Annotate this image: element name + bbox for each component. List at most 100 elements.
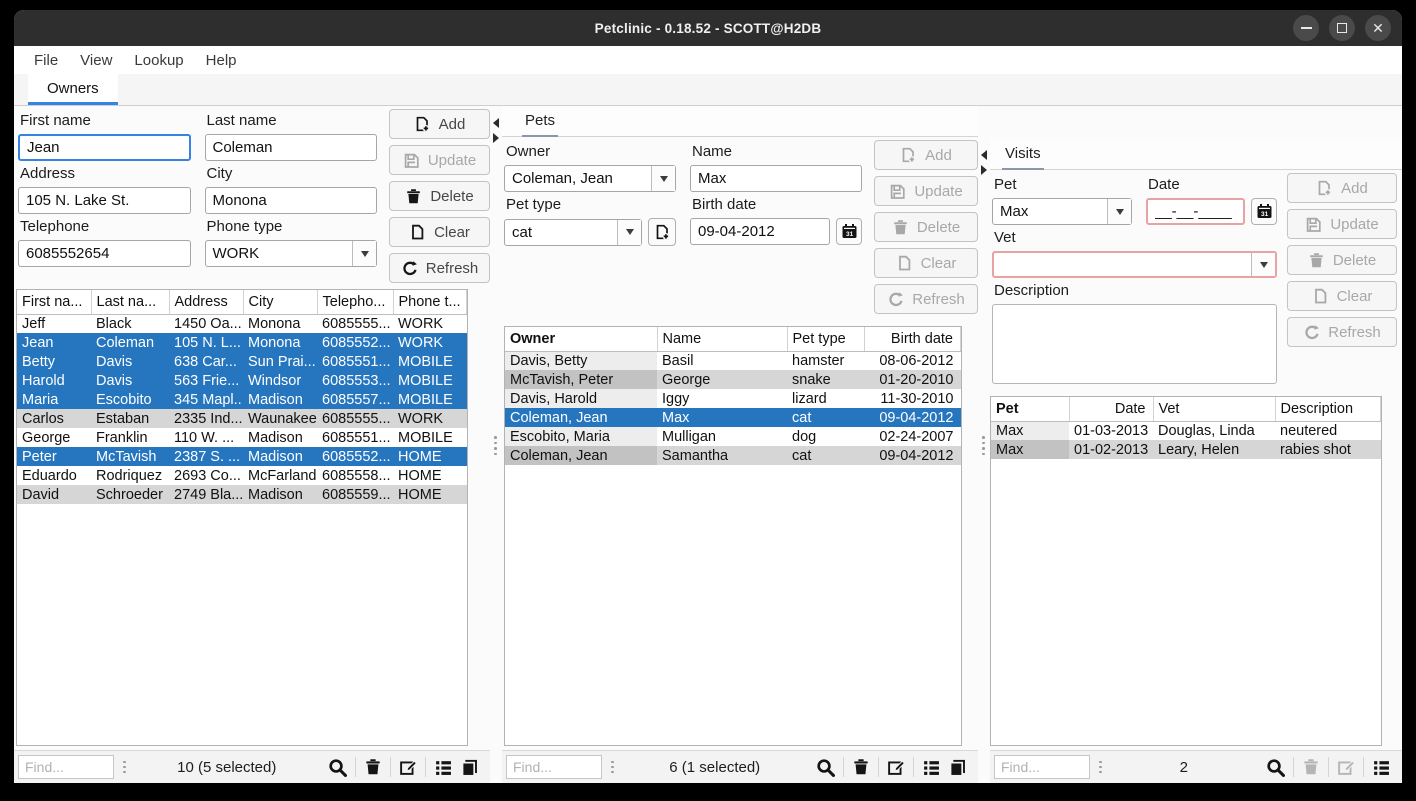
cell[interactable]: McTavish xyxy=(91,447,169,466)
birth-date-input[interactable] xyxy=(690,218,830,245)
cell[interactable]: Madison xyxy=(243,485,317,504)
grip-dots[interactable] xyxy=(123,761,126,774)
cell[interactable]: Betty xyxy=(17,352,91,371)
cell[interactable]: WORK xyxy=(393,409,467,428)
collapse-left-icon[interactable] xyxy=(493,118,499,128)
table-row[interactable]: CarlosEstaban2335 Ind...Waunakee6085555.… xyxy=(17,409,467,428)
cell[interactable]: Carlos xyxy=(17,409,91,428)
pets-clear-button[interactable]: Clear xyxy=(874,248,978,278)
grip-dots[interactable] xyxy=(1099,761,1102,774)
cell[interactable]: HOME xyxy=(393,466,467,485)
search-icon[interactable] xyxy=(816,758,835,777)
cell[interactable]: cat xyxy=(787,408,864,427)
table-row[interactable]: DavidSchroeder2749 Bla...Madison6085559.… xyxy=(17,485,467,504)
edit-icon[interactable] xyxy=(1337,758,1355,776)
visit-pet-select[interactable]: Max xyxy=(992,198,1132,225)
column-header-telephone[interactable]: Telepho... xyxy=(317,290,393,314)
cell[interactable]: HOME xyxy=(393,485,467,504)
cell[interactable]: Escobito, Maria xyxy=(505,427,657,446)
cell[interactable]: Eduardo xyxy=(17,466,91,485)
trash-icon[interactable] xyxy=(1302,758,1320,776)
cell[interactable]: Maria xyxy=(17,390,91,409)
cell[interactable]: Leary, Helen xyxy=(1153,440,1275,459)
cell[interactable]: 6085551... xyxy=(317,352,393,371)
visits-update-button[interactable]: Update xyxy=(1287,209,1397,239)
edit-icon[interactable] xyxy=(399,758,417,776)
table-row[interactable]: Max01-02-2013Leary, Helenrabies shot xyxy=(991,440,1381,459)
column-header-date[interactable]: Date xyxy=(1069,397,1153,421)
cell[interactable]: 563 Frie... xyxy=(169,371,243,390)
cell[interactable]: snake xyxy=(787,370,864,389)
list-icon[interactable] xyxy=(922,758,940,776)
column-header-phone-type[interactable]: Phone t... xyxy=(393,290,467,314)
cell[interactable]: 09-04-2012 xyxy=(864,446,961,465)
cell[interactable]: lizard xyxy=(787,389,864,408)
visits-add-button[interactable]: Add xyxy=(1287,173,1397,203)
grip-dots[interactable] xyxy=(982,436,985,455)
cell[interactable]: Windsor xyxy=(243,371,317,390)
search-icon[interactable] xyxy=(1266,758,1285,777)
cell[interactable]: 2335 Ind... xyxy=(169,409,243,428)
maximize-button[interactable] xyxy=(1329,15,1355,41)
cell[interactable]: Coleman, Jean xyxy=(505,408,657,427)
pets-add-button[interactable]: Add xyxy=(874,140,978,170)
cell[interactable]: 08-06-2012 xyxy=(864,351,961,370)
cell[interactable]: Peter xyxy=(17,447,91,466)
cell[interactable]: Waunakee xyxy=(243,409,317,428)
cell[interactable]: 638 Car... xyxy=(169,352,243,371)
cell[interactable]: McFarland xyxy=(243,466,317,485)
pets-refresh-button[interactable]: Refresh xyxy=(874,284,978,314)
tab-pets[interactable]: Pets xyxy=(522,112,558,137)
cell[interactable]: Black xyxy=(91,314,169,333)
column-header-pet[interactable]: Pet xyxy=(991,397,1069,421)
split-divider[interactable] xyxy=(978,106,990,783)
cell[interactable]: 2387 S. ... xyxy=(169,447,243,466)
table-row[interactable]: Escobito, MariaMulligandog02-24-2007 xyxy=(505,427,961,446)
cell[interactable]: 11-30-2010 xyxy=(864,389,961,408)
add-pet-type-button[interactable] xyxy=(648,218,676,246)
cell[interactable]: Samantha xyxy=(657,446,787,465)
trash-icon[interactable] xyxy=(852,758,870,776)
visits-refresh-button[interactable]: Refresh xyxy=(1287,317,1397,347)
cell[interactable]: 6085558... xyxy=(317,466,393,485)
cell[interactable]: 6085557... xyxy=(317,390,393,409)
grip-dots[interactable] xyxy=(494,436,497,455)
cell[interactable]: 02-24-2007 xyxy=(864,427,961,446)
table-row[interactable]: JeanColeman105 N. L...Monona6085552...WO… xyxy=(17,333,467,352)
calendar-icon[interactable] xyxy=(836,218,862,245)
cell[interactable]: Escobito xyxy=(91,390,169,409)
cell[interactable]: 105 N. L... xyxy=(169,333,243,352)
cell[interactable]: Max xyxy=(991,421,1069,440)
pets-delete-button[interactable]: Delete xyxy=(874,212,978,242)
grip-dots[interactable] xyxy=(611,761,614,774)
menu-file[interactable]: File xyxy=(23,49,69,72)
table-row[interactable]: EduardoRodriquez2693 Co...McFarland60855… xyxy=(17,466,467,485)
collapse-right-icon[interactable] xyxy=(493,133,499,143)
cell[interactable]: 01-03-2013 xyxy=(1069,421,1153,440)
cell[interactable]: Max xyxy=(991,440,1069,459)
phone-type-select[interactable]: WORK xyxy=(205,240,378,267)
cell[interactable]: Douglas, Linda xyxy=(1153,421,1275,440)
cell[interactable]: Madison xyxy=(243,447,317,466)
cell[interactable]: Monona xyxy=(243,314,317,333)
table-row[interactable]: BettyDavis638 Car...Sun Prai...6085551..… xyxy=(17,352,467,371)
cell[interactable]: 09-04-2012 xyxy=(864,408,961,427)
cell[interactable]: Franklin xyxy=(91,428,169,447)
cell[interactable]: MOBILE xyxy=(393,371,467,390)
cell[interactable]: WORK xyxy=(393,314,467,333)
cell[interactable]: hamster xyxy=(787,351,864,370)
cell[interactable]: Coleman xyxy=(91,333,169,352)
table-row[interactable]: HaroldDavis563 Frie...Windsor6085553...M… xyxy=(17,371,467,390)
cell[interactable]: neutered xyxy=(1275,421,1381,440)
visits-find-input[interactable] xyxy=(994,755,1090,779)
cell[interactable]: Davis, Harold xyxy=(505,389,657,408)
owners-find-input[interactable] xyxy=(18,755,114,779)
cell[interactable]: 01-20-2010 xyxy=(864,370,961,389)
cell[interactable]: Mulligan xyxy=(657,427,787,446)
table-row[interactable]: Davis, HaroldIggylizard11-30-2010 xyxy=(505,389,961,408)
search-icon[interactable] xyxy=(328,758,347,777)
menu-lookup[interactable]: Lookup xyxy=(123,49,194,72)
column-header-first-name[interactable]: First na... xyxy=(17,290,91,314)
vet-select[interactable] xyxy=(992,251,1277,278)
table-row[interactable]: Coleman, JeanSamanthacat09-04-2012 xyxy=(505,446,961,465)
